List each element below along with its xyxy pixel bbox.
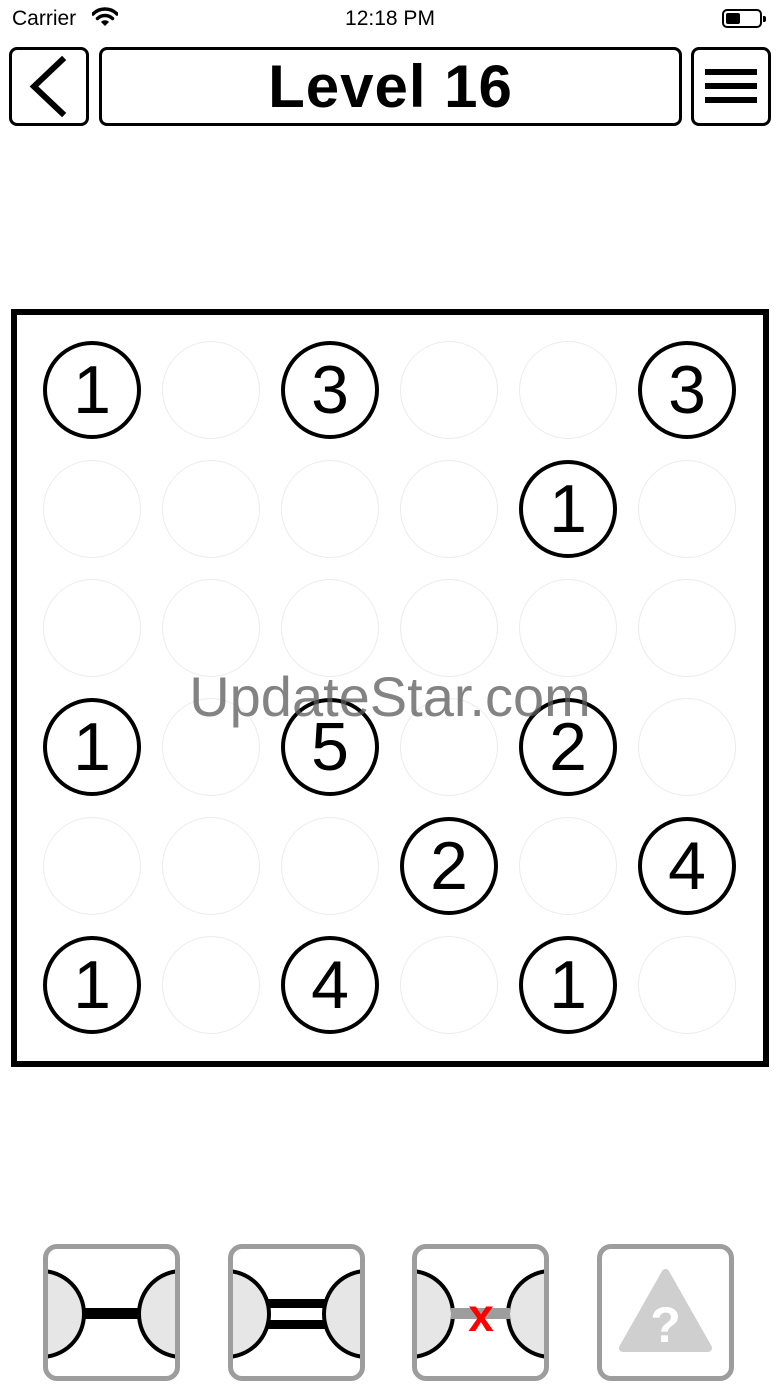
island-node[interactable]: 1 — [43, 341, 141, 439]
empty-slot — [638, 460, 736, 558]
empty-slot — [162, 936, 260, 1034]
island-number: 4 — [311, 947, 349, 1023]
island-node[interactable]: 2 — [400, 817, 498, 915]
island-number: 1 — [549, 471, 587, 547]
menu-button[interactable] — [691, 47, 771, 126]
island-number: 4 — [668, 828, 706, 904]
empty-slot — [162, 817, 260, 915]
empty-slot — [638, 579, 736, 677]
status-bar: Carrier 12:18 PM — [0, 0, 780, 40]
hint-warning-icon: ? — [619, 1269, 712, 1353]
empty-slot — [400, 579, 498, 677]
island-number: 1 — [549, 947, 587, 1023]
chevron-left-icon — [29, 55, 67, 118]
battery-icon — [722, 9, 766, 28]
hint-mark: ? — [650, 1297, 681, 1353]
empty-slot — [43, 579, 141, 677]
island-node[interactable]: 5 — [281, 698, 379, 796]
island-node[interactable]: 1 — [519, 460, 617, 558]
island-node[interactable]: 4 — [638, 817, 736, 915]
island-number: 2 — [430, 828, 468, 904]
island-number: 3 — [311, 352, 349, 428]
empty-slot — [400, 460, 498, 558]
island-node[interactable]: 4 — [281, 936, 379, 1034]
island-node[interactable]: 1 — [43, 936, 141, 1034]
island-number: 1 — [73, 709, 111, 785]
island-number: 1 — [73, 352, 111, 428]
empty-slot — [162, 341, 260, 439]
back-button[interactable] — [9, 47, 89, 126]
island-number: 2 — [549, 709, 587, 785]
empty-slot — [400, 698, 498, 796]
empty-slot — [519, 579, 617, 677]
empty-slot — [281, 460, 379, 558]
empty-slot — [281, 579, 379, 677]
double-bridge-tool[interactable] — [228, 1244, 365, 1381]
hint-tool[interactable]: ? — [597, 1244, 734, 1381]
island-number: 3 — [668, 352, 706, 428]
empty-slot — [400, 341, 498, 439]
empty-slot — [281, 817, 379, 915]
empty-slot — [519, 817, 617, 915]
island-node[interactable]: 1 — [519, 936, 617, 1034]
empty-slot — [162, 698, 260, 796]
island-node[interactable]: 1 — [43, 698, 141, 796]
empty-slot — [638, 698, 736, 796]
single-bridge-icon — [48, 1269, 175, 1359]
clock-time: 12:18 PM — [345, 7, 435, 30]
double-bridge-icon — [233, 1269, 360, 1359]
level-title-box: Level 16 — [99, 47, 682, 126]
empty-slot — [162, 579, 260, 677]
page-title: Level 16 — [268, 53, 513, 120]
empty-slot — [400, 936, 498, 1034]
empty-slot — [43, 817, 141, 915]
empty-slot — [43, 460, 141, 558]
island-node[interactable]: 2 — [519, 698, 617, 796]
empty-slot — [162, 460, 260, 558]
single-bridge-tool[interactable] — [43, 1244, 180, 1381]
remove-bridge-icon: x — [417, 1269, 544, 1359]
island-number: 5 — [311, 709, 349, 785]
puzzle-board[interactable]: 1 3 3 1 1 5 2 2 4 1 4 1 — [11, 309, 769, 1067]
remove-bridge-tool[interactable]: x — [412, 1244, 549, 1381]
empty-slot — [519, 341, 617, 439]
remove-mark: x — [468, 1289, 494, 1341]
island-number: 1 — [73, 947, 111, 1023]
island-node[interactable]: 3 — [638, 341, 736, 439]
island-node[interactable]: 3 — [281, 341, 379, 439]
empty-slot — [638, 936, 736, 1034]
